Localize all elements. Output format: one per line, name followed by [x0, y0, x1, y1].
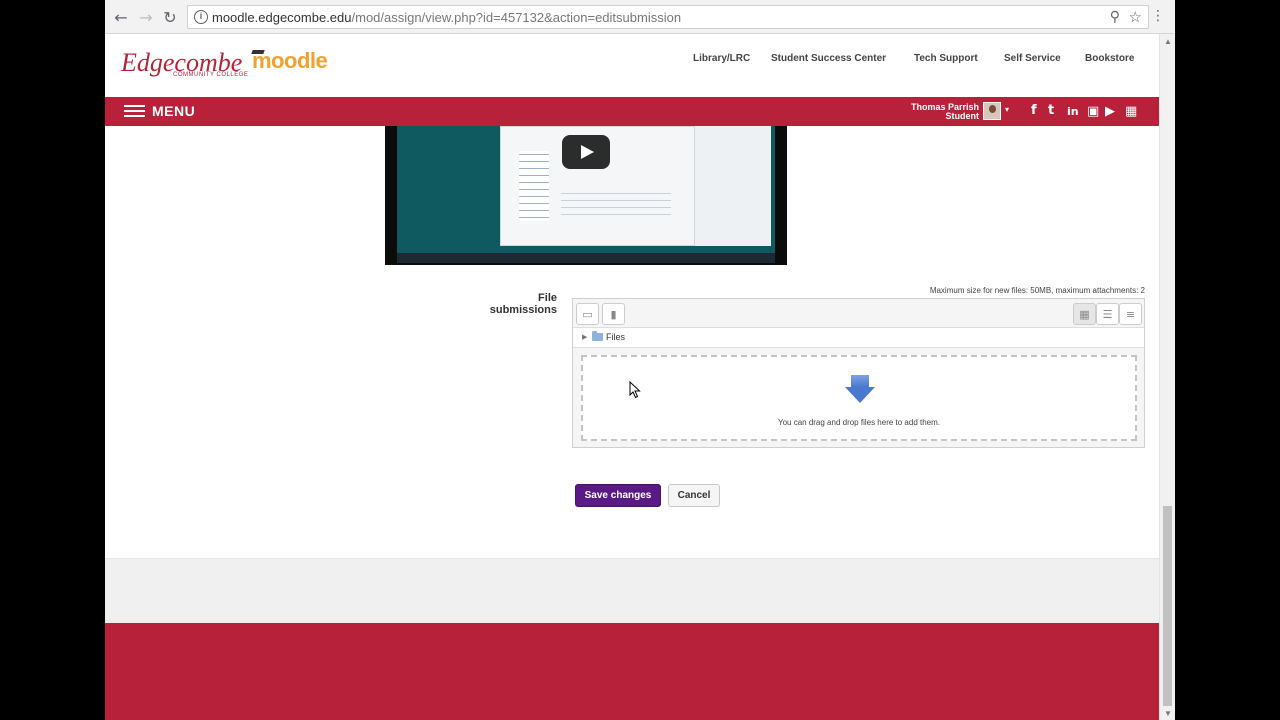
facebook-icon[interactable]: f [1031, 103, 1037, 118]
url-path: /mod/assign/view.php?id=457132&action=ed… [351, 10, 682, 25]
url-text: moodle.edgecombe.edu/mod/assign/view.php… [212, 10, 681, 25]
drop-zone[interactable]: You can drag and drop files here to add … [581, 355, 1137, 441]
tree-view-icon[interactable]: ≡ [1119, 303, 1142, 325]
drop-arrow-icon [845, 375, 875, 405]
back-arrow-icon[interactable]: ← [111, 7, 131, 27]
scrollbar-thumb[interactable] [1163, 506, 1172, 706]
hamburger-icon[interactable] [124, 105, 145, 117]
youtube-icon[interactable]: ▶ [1105, 104, 1115, 119]
footer-gray [105, 558, 1159, 623]
grid-view-icon[interactable]: ▦ [1073, 303, 1096, 325]
logo-subtext: COMMUNITY COLLEGE [173, 72, 249, 78]
embedded-video[interactable] [385, 126, 787, 265]
star-icon[interactable]: ☆ [1129, 8, 1142, 26]
vertical-scrollbar[interactable]: ▲ ▼ [1159, 34, 1175, 720]
list-view-icon[interactable]: ☰ [1096, 303, 1119, 325]
add-file-icon[interactable]: ▭ [576, 303, 599, 325]
scroll-up-icon[interactable]: ▲ [1164, 37, 1172, 46]
folder-icon [592, 331, 603, 341]
file-submissions-label: File submissions [489, 292, 557, 316]
site-header: Edgecombe COMMUNITY COLLEGE moodle Libra… [105, 34, 1159, 97]
calendar-icon[interactable]: ▦ [1125, 104, 1137, 119]
folder-name[interactable]: Files [606, 332, 625, 342]
avatar[interactable] [983, 102, 1001, 120]
browser-window: ← → ↻ i moodle.edgecombe.edu/mod/assign/… [105, 0, 1175, 720]
info-icon[interactable]: i [194, 10, 208, 24]
page-content: Edgecombe COMMUNITY COLLEGE moodle Libra… [105, 34, 1159, 720]
moodle-logo[interactable]: moodle [252, 48, 328, 74]
max-size-note: Maximum size for new files: 50MB, maximu… [929, 286, 1145, 295]
cancel-button[interactable]: Cancel [668, 484, 720, 507]
link-student-success[interactable]: Student Success Center [771, 53, 886, 64]
menu-button[interactable]: MENU [152, 103, 195, 119]
zoom-icon[interactable]: ⚲ [1110, 9, 1120, 25]
file-manager-toolbar: ▭ ▮ ▦ ☰ ≡ [573, 299, 1144, 328]
file-path-bar: ▶ Files [573, 328, 1144, 348]
url-host: moodle.edgecombe.edu [212, 10, 352, 25]
instagram-icon[interactable]: ▣ [1087, 104, 1099, 119]
expand-arrow-icon[interactable]: ▶ [582, 333, 587, 341]
drop-instructions: You can drag and drop files here to add … [777, 418, 941, 427]
file-manager: ▭ ▮ ▦ ☰ ≡ ▶ Files You can drag and drop … [572, 298, 1145, 448]
play-icon[interactable] [562, 135, 610, 169]
chevron-down-icon[interactable]: ▾ [1005, 105, 1009, 114]
main-menubar: MENU Thomas Parrish Student ▾ f t in ▣ ▶… [105, 97, 1159, 126]
kebab-menu-icon[interactable]: ⋮ [1151, 8, 1165, 24]
browser-toolbar: ← → ↻ i moodle.edgecombe.edu/mod/assign/… [105, 0, 1175, 34]
user-role: Student [945, 111, 980, 121]
twitter-icon[interactable]: t [1048, 103, 1054, 118]
link-bookstore[interactable]: Bookstore [1085, 53, 1134, 64]
save-changes-button[interactable]: Save changes [575, 484, 661, 507]
link-library[interactable]: Library/LRC [693, 53, 750, 64]
address-bar[interactable]: i moodle.edgecombe.edu/mod/assign/view.p… [187, 5, 1149, 29]
forward-arrow-icon[interactable]: → [136, 7, 156, 27]
scroll-down-icon[interactable]: ▼ [1164, 709, 1172, 718]
create-folder-icon[interactable]: ▮ [602, 303, 625, 325]
linkedin-icon[interactable]: in [1067, 105, 1079, 118]
reload-icon[interactable]: ↻ [160, 7, 180, 27]
link-self-service[interactable]: Self Service [1004, 53, 1061, 64]
footer-red [105, 623, 1159, 720]
link-tech-support[interactable]: Tech Support [914, 53, 978, 64]
